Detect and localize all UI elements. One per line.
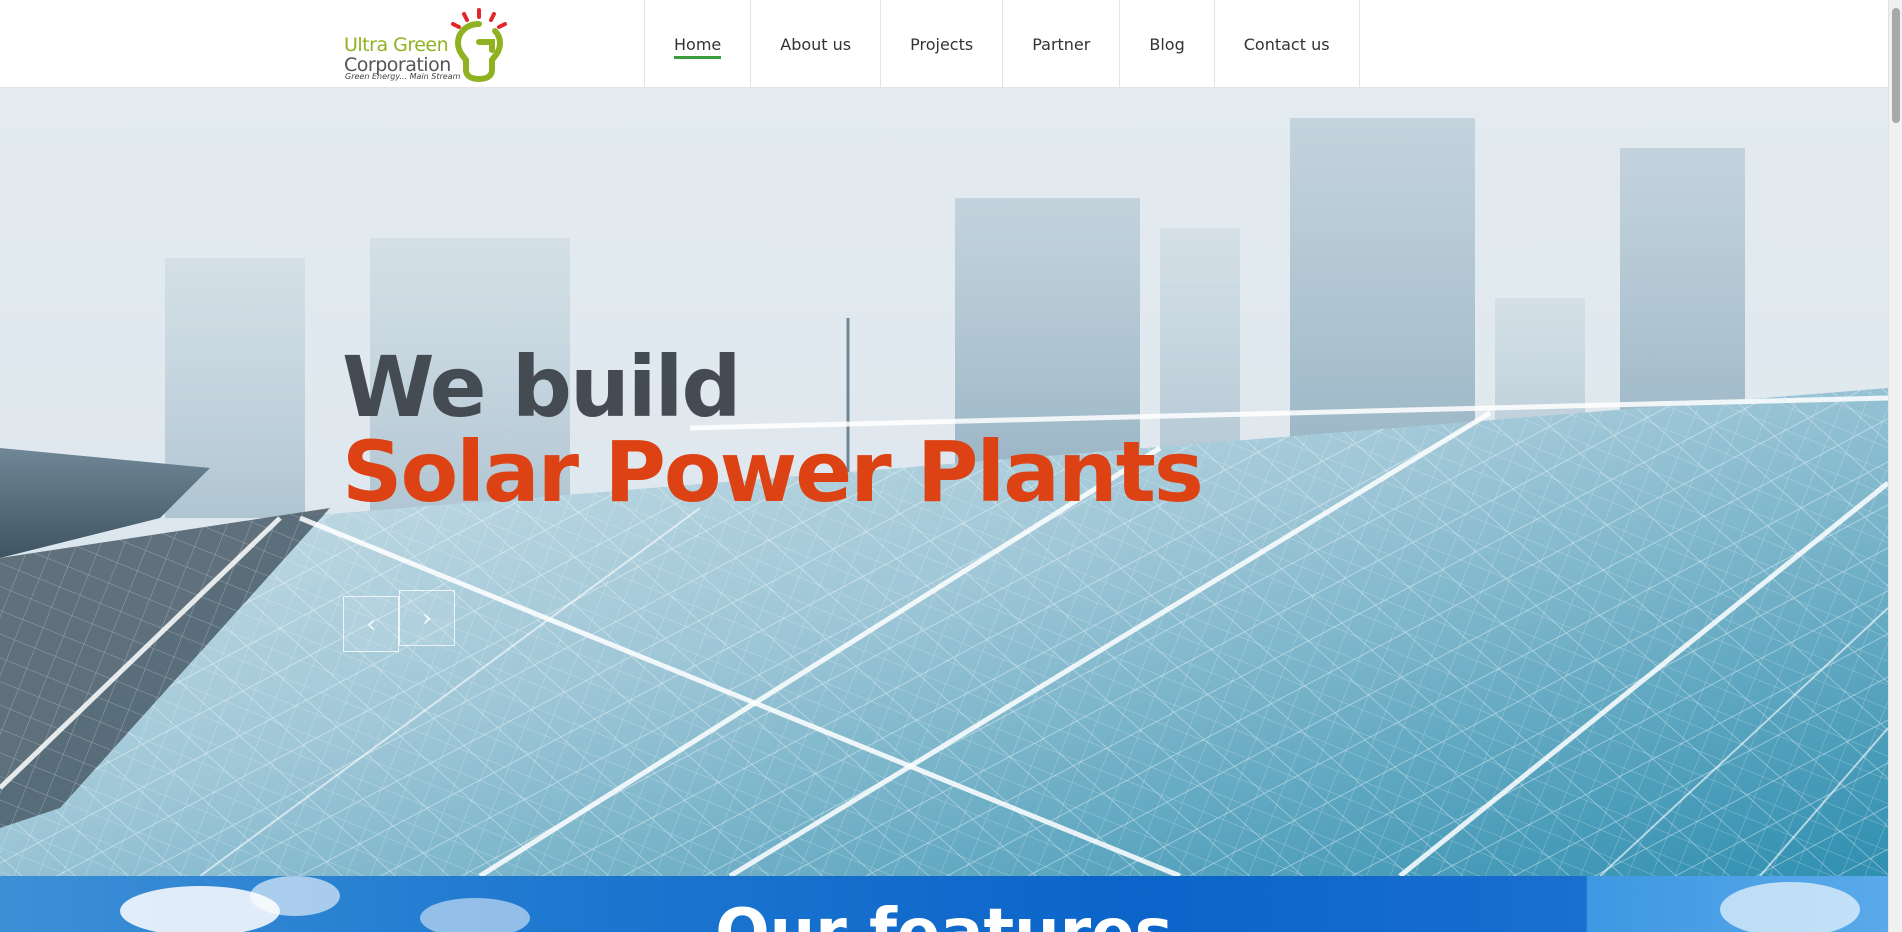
hero-heading-line1: We build [342, 338, 742, 436]
company-logo[interactable]: Ultra Green Corporation Green Energy... … [342, 8, 512, 84]
hero-slider: We build Solar Power Plants ‹ › [0, 88, 1888, 876]
nav-label-about-us: About us [780, 34, 852, 54]
site-header: Ultra Green Corporation Green Energy... … [0, 0, 1888, 88]
nav-item-home[interactable]: Home [645, 0, 752, 88]
nav-item-contact-us[interactable]: Contact us [1215, 0, 1360, 88]
nav-label-contact-us: Contact us [1243, 34, 1330, 54]
page-scrollbar[interactable] [1888, 0, 1902, 932]
nav-label-blog: Blog [1149, 34, 1185, 54]
hero-heading-line2: Solar Power Plants [342, 423, 1204, 521]
slider-next-button[interactable]: › [399, 590, 455, 646]
nav-item-projects[interactable]: Projects [881, 0, 1004, 88]
lightbulb-g-icon [451, 8, 507, 83]
chevron-left-icon: ‹ [366, 610, 376, 638]
features-section: Our features [0, 876, 1888, 932]
logo-name-line1: Ultra Green [344, 34, 449, 56]
scrollbar-thumb[interactable] [1892, 8, 1900, 123]
nav-label-home: Home [674, 34, 722, 59]
chevron-right-icon: › [422, 604, 432, 632]
slider-prev-button[interactable]: ‹ [343, 596, 399, 652]
nav-label-projects: Projects [910, 34, 974, 54]
nav-item-about-us[interactable]: About us [751, 0, 882, 88]
logo-tagline: Green Energy... Main Stream [345, 72, 461, 81]
main-navigation: Home About us Projects Partner Blog Cont… [644, 0, 1360, 88]
nav-item-blog[interactable]: Blog [1120, 0, 1215, 88]
nav-item-partner[interactable]: Partner [1003, 0, 1121, 88]
nav-label-partner: Partner [1032, 34, 1091, 54]
features-title: Our features [0, 896, 1888, 932]
